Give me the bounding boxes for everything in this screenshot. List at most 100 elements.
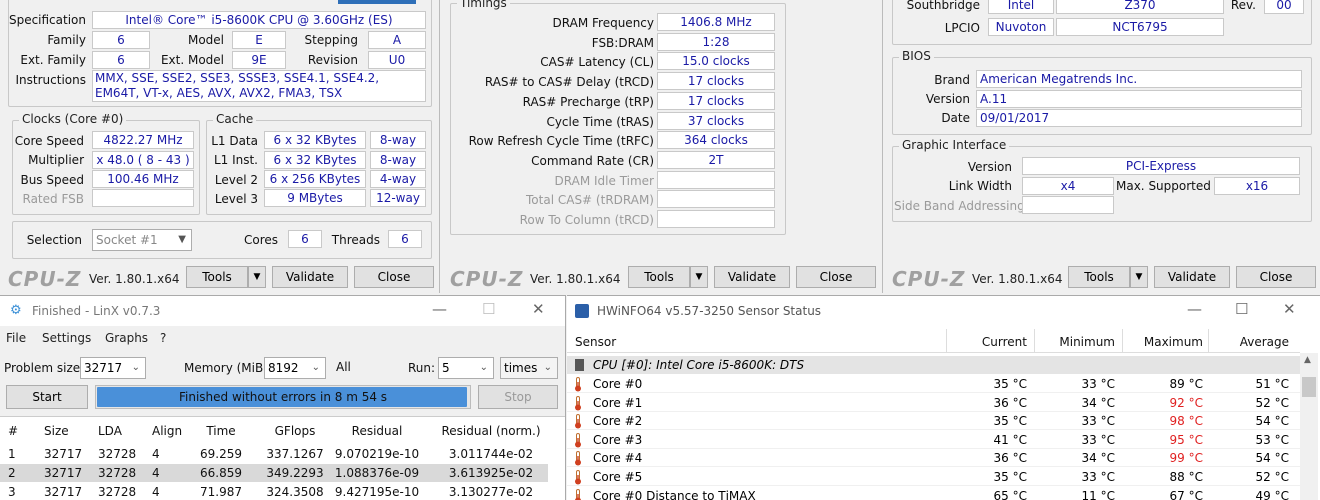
col-average[interactable]: Average bbox=[1209, 335, 1289, 349]
sensor-name: Core #0 bbox=[593, 377, 643, 391]
cores-value: 6 bbox=[288, 230, 322, 248]
results-column-header[interactable]: # bbox=[8, 424, 28, 438]
progress-bar: Finished without errors in 8 m 54 s bbox=[95, 385, 471, 409]
menu-item-help[interactable]: ? bbox=[160, 331, 166, 345]
thermometer-icon bbox=[574, 395, 582, 411]
cpuz-logo: CPU-Z bbox=[450, 267, 524, 291]
results-column-header[interactable]: Time bbox=[196, 424, 246, 438]
sensor-current: 41 °C bbox=[993, 432, 1027, 447]
socket-select[interactable]: Socket #1 ▼ bbox=[92, 229, 192, 251]
sensor-row[interactable]: Core #5 35 °C 33 °C 88 °C 52 °C bbox=[567, 468, 1300, 486]
results-column-header[interactable]: LDA bbox=[98, 424, 148, 438]
results-column-header[interactable]: Size bbox=[44, 424, 94, 438]
validate-button[interactable]: Validate bbox=[1154, 266, 1230, 288]
table-cell: 32728 bbox=[98, 466, 137, 480]
linx-title: Finished - LinX v0.7.3 bbox=[32, 304, 161, 318]
col-sensor[interactable]: Sensor bbox=[575, 335, 616, 349]
sensor-current: 36 °C bbox=[993, 451, 1027, 466]
results-column-header[interactable]: GFlops bbox=[262, 424, 328, 438]
cores-label: Cores bbox=[243, 233, 278, 247]
sensor-current: 36 °C bbox=[993, 395, 1027, 410]
run-value: 5 bbox=[442, 361, 450, 375]
col-minimum[interactable]: Minimum bbox=[1035, 335, 1115, 349]
tools-button[interactable]: Tools bbox=[186, 266, 248, 288]
memory-select[interactable]: 8192 ⌄ bbox=[264, 357, 326, 379]
l2-label: Level 2 bbox=[214, 173, 258, 187]
sensor-group-row[interactable]: CPU [#0]: Intel Core i5-8600K: DTS bbox=[567, 356, 1300, 374]
scroll-up-icon[interactable]: ▲ bbox=[1304, 355, 1311, 365]
timing-value: 1406.8 MHz bbox=[657, 13, 775, 31]
sensor-minimum: 34 °C bbox=[1081, 395, 1115, 410]
close-button[interactable]: Close bbox=[354, 266, 434, 288]
menu-item-graphs[interactable]: Graphs bbox=[105, 331, 148, 345]
minimize-icon[interactable]: — bbox=[1187, 300, 1202, 318]
close-icon[interactable]: ✕ bbox=[532, 300, 545, 318]
table-cell: 3.011744e-02 bbox=[448, 447, 534, 461]
start-button[interactable]: Start bbox=[6, 385, 88, 409]
timing-label: FSB:DRAM bbox=[591, 35, 654, 50]
close-button[interactable]: Close bbox=[1236, 266, 1316, 288]
cpuz-memory-window: Timings DRAM Frequency 1406.8 MHz FSB:DRAM… bbox=[442, 0, 883, 293]
scroll-thumb[interactable] bbox=[1302, 377, 1316, 397]
sensor-row[interactable]: Core #0 35 °C 33 °C 89 °C 51 °C bbox=[567, 375, 1300, 393]
results-column-header[interactable]: Residual (norm.) bbox=[436, 424, 546, 438]
validate-button[interactable]: Validate bbox=[714, 266, 790, 288]
close-button[interactable]: Close bbox=[796, 266, 876, 288]
cpuz-footer: CPU-Z Ver. 1.80.1.x64 Tools ▼ Validate C… bbox=[884, 263, 1320, 293]
validate-button[interactable]: Validate bbox=[272, 266, 348, 288]
maximize-icon[interactable]: ☐ bbox=[1235, 300, 1248, 318]
timing-value: 17 clocks bbox=[657, 72, 775, 91]
sensor-name: Core #2 bbox=[593, 414, 643, 429]
col-current[interactable]: Current bbox=[947, 335, 1027, 349]
all-label[interactable]: All bbox=[336, 360, 351, 374]
run-select[interactable]: 5 ⌄ bbox=[438, 357, 494, 379]
menu-item-settings[interactable]: Settings bbox=[42, 331, 91, 345]
tools-dropdown-icon[interactable]: ▼ bbox=[1130, 266, 1148, 288]
menu-item-file[interactable]: File bbox=[6, 331, 26, 345]
table-cell: 71.987 bbox=[200, 485, 242, 499]
times-select[interactable]: times ⌄ bbox=[500, 357, 558, 379]
tools-button[interactable]: Tools bbox=[1068, 266, 1130, 288]
col-maximum[interactable]: Maximum bbox=[1123, 335, 1203, 349]
timing-value: 1:28 bbox=[657, 32, 775, 51]
sensor-maximum: 98 °C bbox=[1169, 414, 1203, 429]
close-icon[interactable]: ✕ bbox=[1283, 300, 1296, 318]
timing-label: Row To Column (tRCD) bbox=[519, 213, 654, 227]
problem-size-select[interactable]: 32717 ⌄ bbox=[80, 357, 146, 379]
minimize-icon[interactable]: — bbox=[432, 300, 447, 318]
chevron-down-icon: ⌄ bbox=[311, 362, 320, 373]
sensor-row[interactable]: Core #0 Distance to TjMAX 65 °C 11 °C 67 °C… bbox=[567, 487, 1300, 500]
ratedfsb-value bbox=[92, 189, 194, 207]
spec-value: Intel® Core™ i5-8600K CPU @ 3.60GHz (ES) bbox=[92, 11, 426, 29]
l2-value: 6 x 256 KBytes bbox=[264, 170, 366, 188]
sensor-row[interactable]: Core #1 36 °C 34 °C 92 °C 52 °C bbox=[567, 394, 1300, 412]
family-label: Family bbox=[47, 33, 86, 47]
timing-value: 2T bbox=[657, 150, 775, 169]
timing-value bbox=[657, 170, 775, 189]
maxsupported-value: x16 bbox=[1214, 177, 1300, 195]
bios-title: BIOS bbox=[899, 49, 934, 63]
thermometer-icon bbox=[574, 451, 582, 466]
cpuz-footer: CPU-Z Ver. 1.80.1.x64 Tools ▼ Validate C… bbox=[442, 263, 882, 293]
timing-label: Total CAS# (tRDRAM) bbox=[526, 193, 654, 208]
southbridge-vendor: Intel bbox=[988, 0, 1054, 14]
tools-dropdown-icon[interactable]: ▼ bbox=[248, 266, 266, 288]
results-column-header[interactable]: Align bbox=[152, 424, 192, 438]
table-cell: 4 bbox=[152, 466, 160, 480]
tools-button[interactable]: Tools bbox=[628, 266, 690, 288]
stop-button[interactable]: Stop bbox=[478, 385, 558, 409]
multiplier-label: Multiplier bbox=[28, 153, 84, 167]
maximize-icon[interactable]: ☐ bbox=[482, 300, 495, 318]
l2-way: 4-way bbox=[370, 170, 426, 188]
tools-dropdown-icon[interactable]: ▼ bbox=[690, 266, 708, 288]
l1d-way: 8-way bbox=[370, 131, 426, 149]
sensor-row[interactable]: Core #3 41 °C 33 °C 95 °C 53 °C bbox=[567, 431, 1300, 449]
results-column-header[interactable]: Residual bbox=[332, 424, 422, 438]
scrollbar[interactable]: ▲ bbox=[1300, 353, 1318, 500]
sensor-name: Core #1 bbox=[593, 395, 643, 410]
sensor-name: Core #3 bbox=[593, 432, 643, 447]
timing-label: Command Rate (CR) bbox=[531, 153, 654, 168]
sensor-row[interactable]: Core #2 35 °C 33 °C 98 °C 54 °C bbox=[567, 412, 1300, 431]
sensor-row[interactable]: Core #4 36 °C 34 °C 99 °C 54 °C bbox=[567, 449, 1300, 468]
l1i-value: 6 x 32 KBytes bbox=[264, 151, 366, 169]
